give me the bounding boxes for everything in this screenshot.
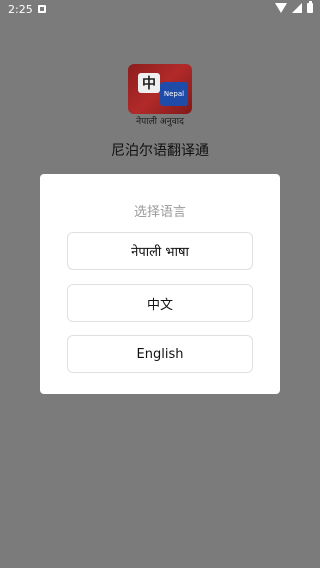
notification-icon — [38, 5, 46, 13]
language-select-dialog: 选择语言 नेपाली भाषा 中文 English — [40, 174, 280, 394]
chinese-glyph-icon: 中 — [138, 73, 160, 93]
battery-icon — [307, 1, 313, 13]
wifi-icon — [275, 3, 287, 13]
nepal-badge-icon: Nepal — [160, 82, 188, 106]
status-bar: 2:25 — [0, 0, 320, 20]
language-option-chinese[interactable]: 中文 — [67, 284, 253, 322]
language-option-nepali[interactable]: नेपाली भाषा — [67, 232, 253, 270]
app-title: 尼泊尔语翻译通 — [111, 143, 209, 159]
signal-icon — [292, 3, 302, 13]
status-icons — [275, 1, 313, 13]
app-logo: 中 Nepal — [128, 64, 192, 114]
status-time: 2:25 — [8, 3, 33, 16]
app-logo-caption: नेपाली अनुवाद — [136, 117, 184, 127]
language-option-english[interactable]: English — [67, 335, 253, 373]
dialog-title: 选择语言 — [133, 205, 186, 220]
